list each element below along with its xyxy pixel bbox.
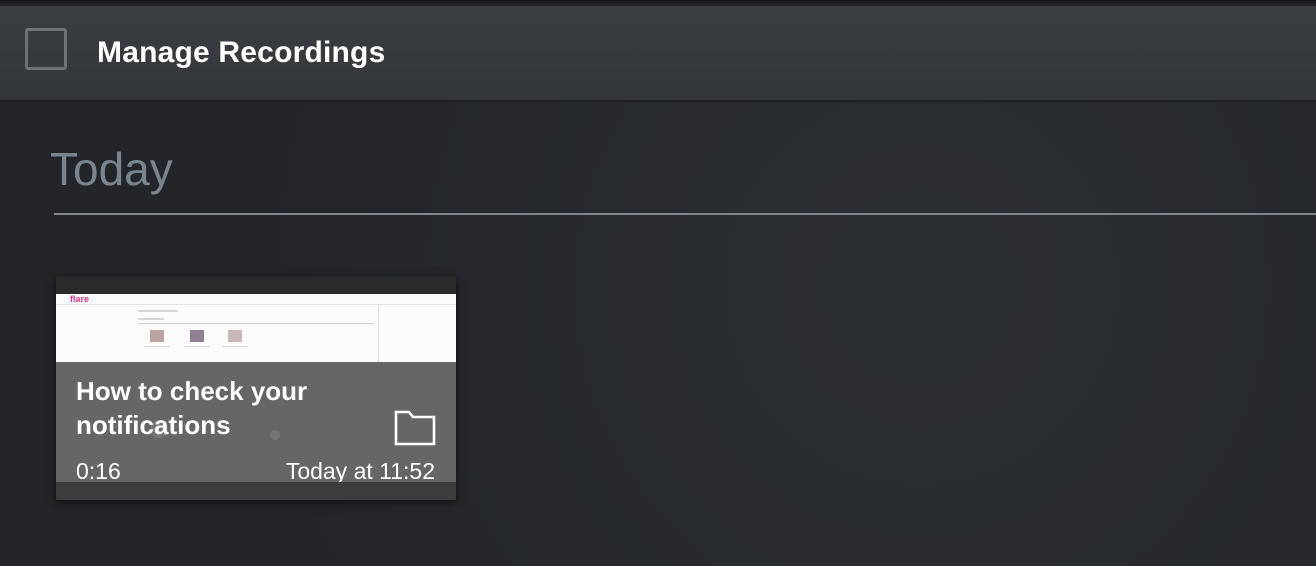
section-divider	[54, 213, 1316, 215]
thumbnail-line	[144, 346, 170, 347]
recording-duration: 0:16	[76, 458, 121, 484]
thumbnail-line	[138, 318, 164, 320]
recording-card[interactable]: flare How to check your notifications 0:…	[56, 276, 456, 500]
recording-date: Today at 11:52	[285, 458, 435, 484]
card-footer-strip	[56, 482, 456, 500]
recording-title: How to check your notifications	[76, 376, 308, 440]
thumbnail-line	[138, 323, 374, 324]
folder-icon[interactable]	[394, 408, 436, 446]
header-bar: Manage Recordings	[0, 6, 1316, 102]
thumbnail-logo: flare	[70, 294, 90, 304]
page-title: Manage Recordings	[97, 36, 386, 69]
thumbnail-topbar	[56, 276, 456, 294]
thumbnail-sidebar-divider	[378, 304, 379, 362]
thumbnail-line	[184, 346, 210, 347]
thumbnail-line	[222, 346, 248, 347]
thumbnail-avatar	[228, 330, 242, 342]
thumbnail-line	[138, 310, 178, 312]
section-title-today: Today	[50, 143, 173, 195]
thumbnail-avatar	[190, 330, 204, 342]
thumbnail-toolbar: flare	[56, 294, 456, 305]
thumbnail-avatar	[150, 330, 164, 342]
select-all-checkbox[interactable]	[25, 28, 67, 70]
recording-thumbnail: flare	[56, 294, 456, 362]
recordings-area: Today flare How to check your notificati…	[0, 102, 1316, 566]
